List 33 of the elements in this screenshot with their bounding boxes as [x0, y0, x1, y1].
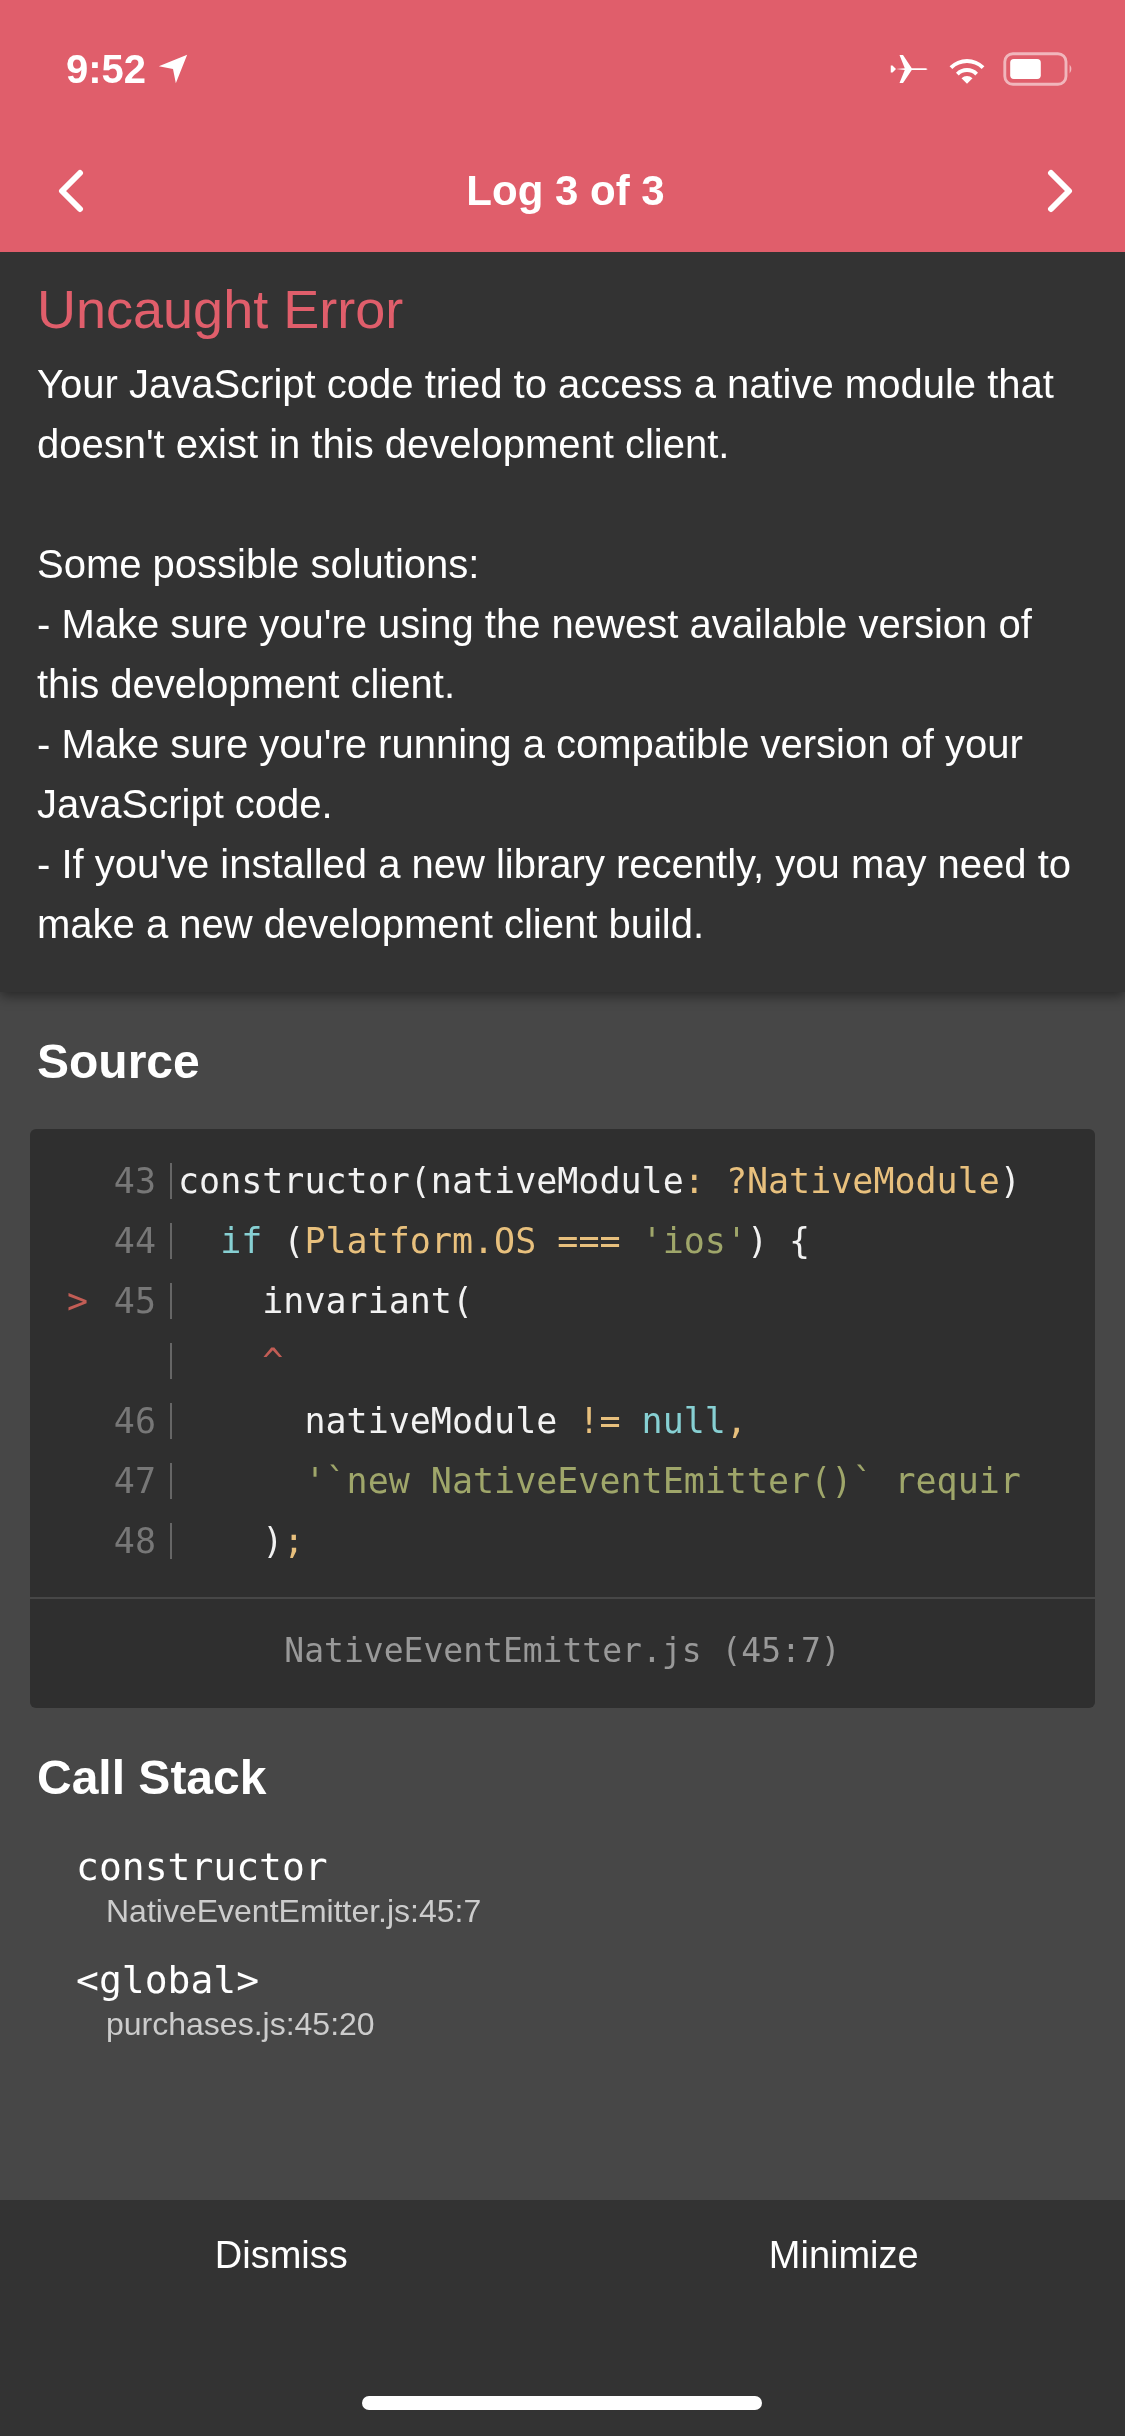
source-file-location: NativeEventEmitter.js (45:7)	[30, 1597, 1095, 1708]
stack-frame-location[interactable]: NativeEventEmitter.js:45:7	[106, 1893, 1088, 1930]
code-line: );	[261, 1520, 305, 1563]
code-line: constructor(nativeModule: ?NativeModule)	[178, 1160, 1021, 1203]
solution-item: - Make sure you're running a compatible version of your JavaScript code.	[37, 721, 1024, 828]
line-number: 47	[113, 1461, 156, 1501]
stack-frame-name[interactable]: constructor	[76, 1845, 1088, 1889]
chevron-left-icon	[56, 169, 86, 213]
clock-time: 9:52	[66, 46, 147, 92]
error-message: Your JavaScript code tried to access a native module that doesn't exist in this development client.	[37, 361, 1055, 468]
dismiss-button[interactable]: Dismiss	[0, 2200, 563, 2311]
line-number: 43	[113, 1161, 156, 1201]
line-number: 46	[113, 1401, 156, 1441]
code-line: if (Platform.OS === 'ios') {	[219, 1220, 811, 1263]
line-number: 45	[113, 1281, 156, 1321]
call-stack-heading: Call Stack	[36, 1750, 268, 1806]
line-number: 44	[113, 1221, 156, 1261]
chevron-right-icon	[1045, 169, 1075, 213]
error-title: Uncaught Error	[37, 278, 405, 340]
log-counter-title: Log 3 of 3	[466, 167, 665, 215]
code-line: invariant(	[261, 1280, 473, 1323]
minimize-button[interactable]: Minimize	[562, 2200, 1125, 2311]
source-heading: Source	[36, 1034, 201, 1090]
solutions-heading: Some possible solutions:	[37, 541, 481, 588]
line-number: 48	[113, 1521, 156, 1561]
solution-item: - Make sure you're using the newest available version of this development client.	[37, 601, 1033, 708]
code-line: ^	[261, 1340, 284, 1383]
current-line-marker: >	[66, 1281, 88, 1321]
solution-item: - If you've installed a new library recently, you may need to make a new development client build.	[37, 841, 1073, 948]
stack-frame-name[interactable]: <global>	[76, 1958, 1088, 2002]
stack-frame-location[interactable]: purchases.js:45:20	[106, 2006, 1088, 2043]
code-line: nativeModule != null,	[303, 1400, 747, 1443]
code-line: '`new NativeEventEmitter()` requir	[303, 1460, 1021, 1503]
